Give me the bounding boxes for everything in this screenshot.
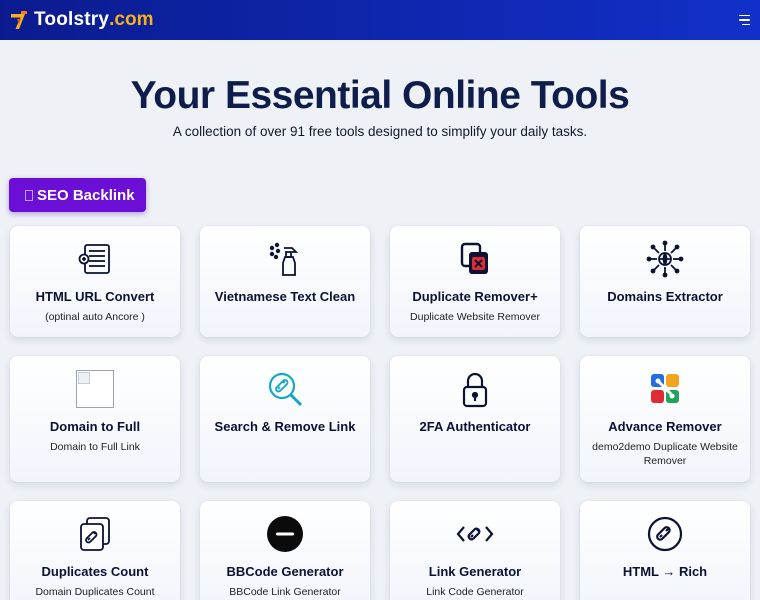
search-link-icon	[266, 370, 304, 408]
link-circle-icon	[646, 515, 684, 553]
tool-card-html-to-rich[interactable]: HTML → Rich	[580, 501, 750, 600]
tool-title: Link Generator	[428, 564, 522, 579]
brand-name: Toolstry	[34, 9, 110, 30]
padlock-icon	[456, 370, 494, 408]
tool-description: BBCode Link Generator	[229, 586, 341, 598]
tool-card-2fa-authenticator[interactable]: 2FA Authenticator	[390, 356, 560, 482]
code-link-icon	[456, 515, 494, 553]
tool-title: Search & Remove Link	[214, 419, 356, 434]
broken-image-icon	[76, 370, 114, 408]
colorful-blocks-icon	[646, 370, 684, 408]
tool-card-link-generator[interactable]: Link Generator Link Code Generator	[390, 501, 560, 600]
logo-icon	[11, 11, 27, 29]
tool-title: HTML URL Convert	[35, 289, 155, 304]
tool-title: HTML → Rich	[622, 564, 708, 579]
tool-description: demo2demo Duplicate Website Remover	[592, 441, 738, 467]
tool-title: Advance Remover	[608, 419, 722, 434]
tool-description: Domain to Full Link	[50, 441, 140, 453]
tool-card-duplicates-count[interactable]: Duplicates Count Domain Duplicates Count	[10, 501, 180, 600]
tool-card-domain-to-full[interactable]: Domain to Full Domain to Full Link	[10, 356, 180, 482]
tool-card-domains-extractor[interactable]: Domains Extractor	[580, 226, 750, 337]
network-globe-icon	[646, 240, 684, 278]
tool-title: Domains Extractor	[607, 289, 723, 304]
tool-title: Duplicate Remover+	[412, 289, 538, 304]
page-subtitle: A collection of over 91 free tools desig…	[172, 124, 588, 139]
tool-title: Duplicates Count	[41, 564, 149, 579]
tool-title: 2FA Authenticator	[419, 419, 531, 434]
seo-backlink-button[interactable]: SEO Backlink	[9, 178, 146, 212]
page-title: Your Essential Online Tools	[130, 74, 630, 117]
placeholder-glyph-icon	[25, 189, 33, 201]
tool-title: Vietnamese Text Clean	[214, 289, 356, 304]
hamburger-menu-icon[interactable]	[730, 10, 750, 30]
brand-tld: .com	[109, 9, 154, 30]
tool-description: Duplicate Website Remover	[410, 311, 540, 323]
tool-card-html-url-convert[interactable]: HTML URL Convert (optinal auto Ancore )	[10, 226, 180, 337]
top-navbar: Toolstry .com	[0, 0, 760, 40]
tool-card-bbcode-generator[interactable]: BBCode Generator BBCode Link Generator	[200, 501, 370, 600]
spray-bottle-icon	[266, 240, 304, 278]
tool-title: BBCode Generator	[226, 564, 344, 579]
brand-logo-link[interactable]: Toolstry .com	[8, 9, 154, 31]
tool-description: Link Code Generator	[426, 586, 524, 598]
stacked-links-icon	[76, 515, 114, 553]
seo-backlink-label: SEO Backlink	[37, 186, 135, 204]
tool-card-search-remove-link[interactable]: Search & Remove Link	[200, 356, 370, 482]
tool-description: Domain Duplicates Count	[35, 586, 155, 598]
tool-card-duplicate-remover-plus[interactable]: Duplicate Remover+ Duplicate Website Rem…	[390, 226, 560, 337]
tool-card-advance-remover[interactable]: Advance Remover demo2demo Duplicate Webs…	[580, 356, 750, 482]
tool-card-vietnamese-text-clean[interactable]: Vietnamese Text Clean	[200, 226, 370, 337]
tool-description: (optinal auto Ancore )	[45, 311, 145, 323]
html-document-icon	[76, 240, 114, 278]
tool-title: Domain to Full	[49, 419, 141, 434]
minus-circle-icon	[266, 515, 304, 553]
duplicate-remove-icon	[456, 240, 494, 278]
